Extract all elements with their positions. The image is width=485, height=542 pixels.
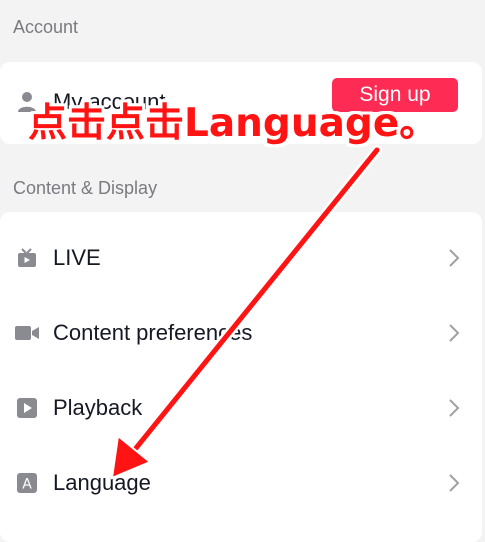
section-label-content-display: Content & Display	[13, 178, 158, 198]
video-camera-icon	[14, 322, 40, 344]
settings-item-label: LIVE	[53, 245, 101, 270]
chevron-right-icon	[449, 324, 460, 342]
chevron-right-icon	[449, 474, 460, 492]
settings-item-content-preferences[interactable]: Content preferences	[0, 303, 482, 363]
language-a-icon: A	[16, 472, 38, 494]
settings-item-label: Playback	[53, 395, 143, 420]
section-label-account: Account	[13, 17, 79, 37]
play-icon	[16, 397, 38, 419]
chevron-right-icon	[449, 249, 460, 267]
tv-icon	[16, 247, 38, 269]
settings-item-label: Content preferences	[53, 320, 253, 345]
annotation-text: 点击点击Language。	[28, 101, 439, 146]
settings-item-label: Language	[53, 470, 151, 495]
settings-item-playback[interactable]: Playback	[0, 378, 482, 438]
settings-item-live[interactable]: LIVE	[0, 228, 482, 288]
svg-text:A: A	[22, 477, 32, 493]
content-display-card: LIVE Content preferences Playback A Lang…	[0, 212, 482, 542]
chevron-right-icon	[449, 399, 460, 417]
settings-item-language[interactable]: A Language	[0, 453, 482, 513]
